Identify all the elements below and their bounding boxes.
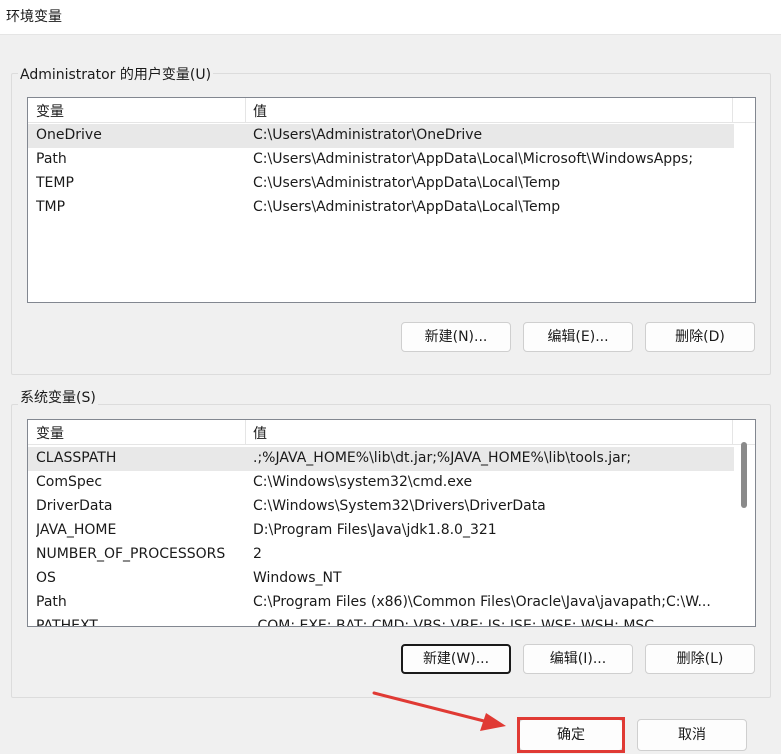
annotation-arrow-icon (372, 691, 506, 731)
